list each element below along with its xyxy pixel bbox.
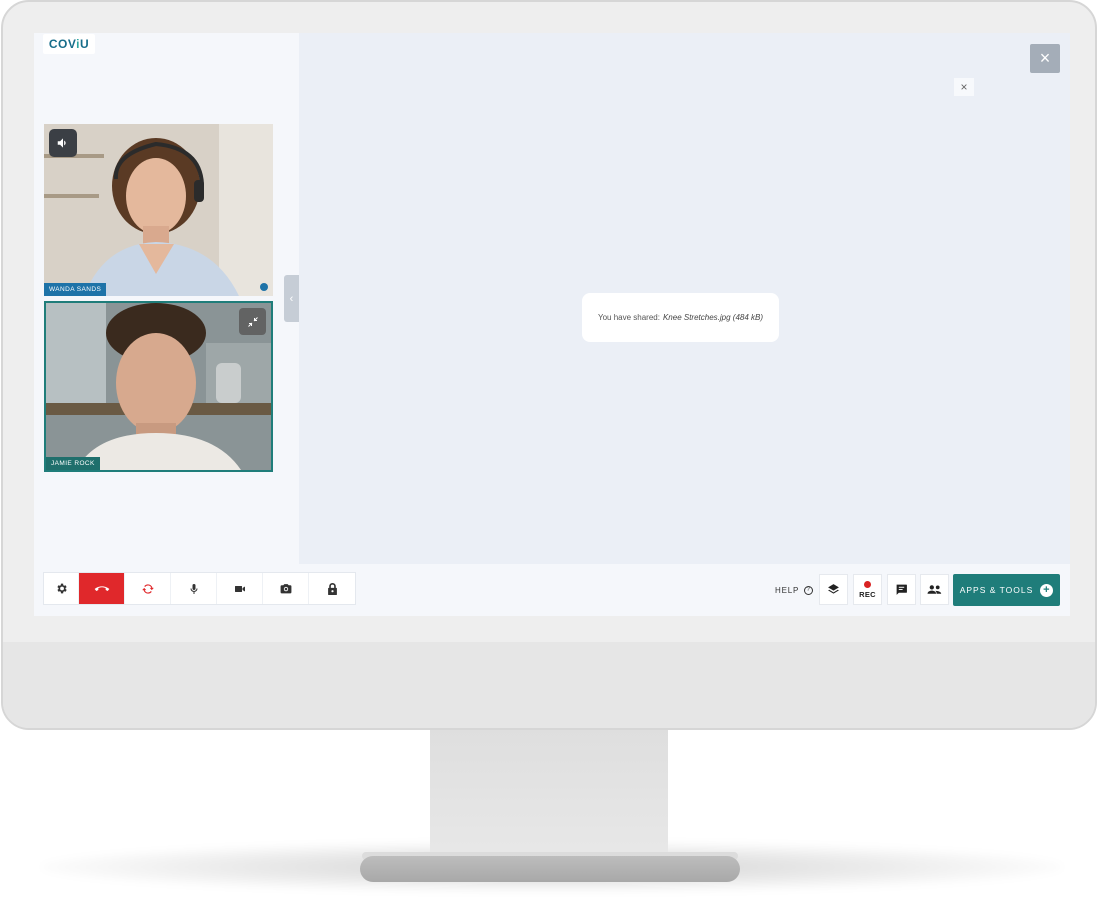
- monitor-frame: COViU WANDA SANDS JAMIE ROCK ‹ × × You h…: [1, 0, 1097, 730]
- participant-video: [46, 303, 271, 470]
- speaker-icon: [57, 138, 66, 148]
- participants-button[interactable]: [920, 574, 949, 605]
- participant-name-tag: JAMIE ROCK: [46, 457, 100, 470]
- close-stage-button[interactable]: ×: [1030, 44, 1060, 73]
- video-toggle-button[interactable]: [217, 573, 263, 604]
- minimize-video-button[interactable]: [239, 308, 266, 335]
- monitor-stand-neck: [430, 726, 668, 862]
- microphone-icon: [190, 583, 197, 594]
- chat-icon: [896, 584, 907, 595]
- participant-name-tag: WANDA SANDS: [44, 283, 107, 296]
- shared-file-name: Knee Stretches.jpg (484 kB): [662, 313, 764, 322]
- chevron-left-icon[interactable]: ‹: [284, 275, 300, 322]
- screenshot-camera-icon: [280, 584, 291, 594]
- add-circle-icon: +: [1040, 583, 1054, 597]
- lock-button[interactable]: [309, 573, 355, 604]
- collapse-arrows-icon: [247, 316, 258, 327]
- participants-icon: [927, 585, 942, 594]
- monitor-chin: [3, 642, 1095, 728]
- switch-camera-button[interactable]: [125, 573, 171, 604]
- participant-video: [44, 124, 273, 296]
- end-call-button[interactable]: [79, 573, 125, 604]
- apps-tools-button[interactable]: APPS & TOOLS +: [953, 574, 1060, 606]
- record-label: REC: [859, 589, 876, 599]
- call-controls: [43, 572, 356, 605]
- active-speaker-indicator: [260, 283, 268, 291]
- close-content-button[interactable]: ×: [954, 78, 974, 96]
- snapshot-button[interactable]: [263, 573, 309, 604]
- logo-text: COViU: [48, 37, 90, 51]
- shared-file-notice: You have shared: Knee Stretches.jpg (484…: [582, 293, 779, 342]
- settings-icon: [56, 583, 67, 594]
- layers-icon: [828, 584, 839, 594]
- microphone-button[interactable]: [171, 573, 217, 604]
- switch-camera-icon: [141, 583, 154, 594]
- woman-portrait-image: [44, 124, 273, 296]
- settings-button[interactable]: [44, 573, 79, 604]
- video-camera-icon: [234, 585, 245, 592]
- help-icon: ?: [804, 585, 814, 595]
- call-toolbar: HELP ? REC APPS & TOOLS +: [34, 564, 1070, 616]
- record-button[interactable]: REC: [853, 574, 882, 605]
- chat-button[interactable]: [887, 574, 916, 605]
- video-tile-remote[interactable]: WANDA SANDS: [44, 124, 273, 296]
- shared-prefix: You have shared:: [597, 313, 660, 322]
- end-call-icon: [94, 585, 109, 591]
- apps-tools-label: APPS & TOOLS: [959, 585, 1034, 595]
- help-label: HELP: [775, 585, 800, 595]
- monitor-stand-foot: [360, 856, 740, 882]
- layers-button[interactable]: [819, 574, 848, 605]
- lock-icon: [327, 582, 337, 595]
- help-link[interactable]: HELP ?: [775, 583, 814, 597]
- video-tile-self[interactable]: JAMIE ROCK: [44, 301, 273, 472]
- coviu-logo: COViU: [43, 34, 95, 54]
- man-portrait-image: [46, 303, 271, 470]
- app-screen: COViU WANDA SANDS JAMIE ROCK ‹ × × You h…: [34, 33, 1070, 616]
- speaker-button[interactable]: [49, 129, 77, 157]
- video-sidebar: COViU WANDA SANDS JAMIE ROCK ‹: [34, 33, 315, 564]
- record-dot-icon: [864, 580, 871, 588]
